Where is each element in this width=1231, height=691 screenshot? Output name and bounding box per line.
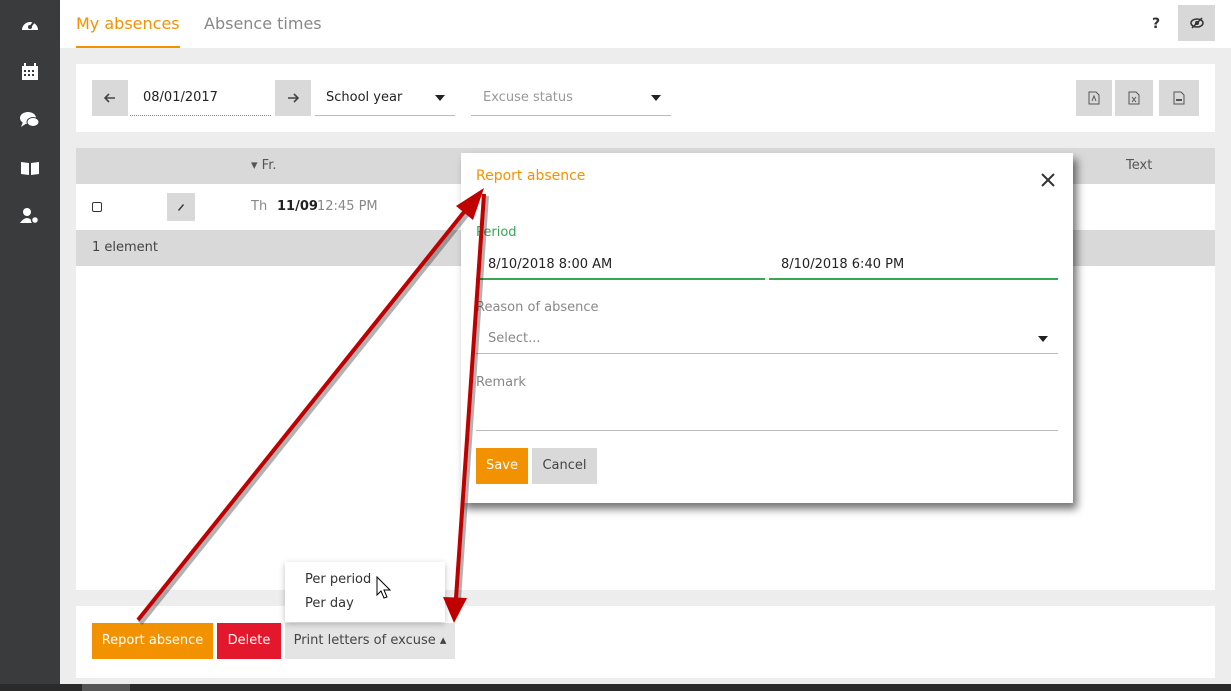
edit-row-button[interactable] — [167, 193, 195, 221]
filter-panel: 08/01/2017 School year Excuse status — [76, 64, 1215, 132]
column-header-from[interactable]: ▾ Fr. — [251, 158, 276, 173]
reason-label: Reason of absence — [476, 300, 599, 315]
reason-select[interactable]: Select... — [476, 324, 1058, 354]
calendar-icon[interactable] — [18, 61, 42, 83]
top-header: My absences Absence times ? — [60, 0, 1231, 48]
export-excel-button[interactable] — [1115, 80, 1153, 116]
row-time: 12:45 PM — [317, 199, 378, 214]
remark-input[interactable] — [476, 401, 1058, 431]
reason-select-placeholder: Select... — [488, 331, 541, 346]
eye-slash-icon — [1189, 17, 1204, 29]
menu-item-per-period[interactable]: Per period — [305, 570, 371, 590]
pencil-icon — [178, 204, 184, 211]
sidebar — [0, 0, 60, 691]
period-select-value: School year — [326, 90, 403, 105]
period-start-input[interactable]: 8/10/2018 8:00 AM — [476, 250, 765, 280]
chevron-down-icon — [1038, 336, 1048, 342]
pdf-file-icon — [1088, 91, 1100, 105]
row-date: 11/09 — [277, 199, 318, 214]
column-header-text[interactable]: Text — [1126, 158, 1152, 173]
chevron-down-icon — [651, 95, 661, 101]
report-absence-button[interactable]: Report absence — [92, 623, 213, 659]
tab-my-absences[interactable]: My absences — [76, 0, 180, 48]
period-end-input[interactable]: 8/10/2018 6:40 PM — [769, 250, 1058, 280]
remark-label: Remark — [476, 375, 526, 390]
help-button[interactable]: ? — [1148, 13, 1164, 35]
chevron-down-icon — [435, 95, 445, 101]
prev-date-button[interactable] — [92, 80, 128, 116]
close-icon[interactable] — [1039, 171, 1057, 189]
period-label: Period — [476, 225, 517, 240]
period-select[interactable]: School year — [315, 80, 455, 116]
arrow-right-icon — [288, 93, 299, 103]
csv-file-icon — [1173, 91, 1185, 105]
excuse-status-placeholder: Excuse status — [483, 90, 573, 105]
cancel-button[interactable]: Cancel — [532, 448, 597, 484]
arrow-left-icon — [104, 93, 115, 103]
chat-icon[interactable] — [18, 109, 42, 131]
print-letters-button[interactable]: Print letters of excuse ▴ — [285, 623, 455, 659]
excuse-status-select[interactable]: Excuse status — [471, 80, 671, 116]
dashboard-icon[interactable] — [18, 13, 42, 35]
dialog-title: Report absence — [476, 168, 586, 184]
tab-absence-times[interactable]: Absence times — [204, 0, 322, 48]
export-pdf-button[interactable] — [1076, 80, 1112, 116]
row-checkbox[interactable] — [92, 202, 102, 212]
next-date-button[interactable] — [275, 80, 311, 116]
date-input[interactable]: 08/01/2017 — [130, 80, 271, 116]
save-button[interactable]: Save — [476, 448, 528, 484]
action-bar: Report absence Delete Print letters of e… — [76, 606, 1215, 678]
row-weekday: Th — [251, 199, 268, 214]
book-icon[interactable] — [18, 157, 42, 179]
print-menu: Per period Per day — [285, 562, 445, 622]
menu-item-per-day[interactable]: Per day — [305, 594, 354, 614]
user-settings-icon[interactable] — [18, 205, 42, 227]
delete-button[interactable]: Delete — [217, 623, 281, 659]
export-csv-button[interactable] — [1159, 80, 1199, 116]
excel-file-icon — [1128, 91, 1140, 105]
report-absence-dialog: Report absence Period 8/10/2018 8:00 AM … — [461, 153, 1073, 503]
window-bottom-mark — [82, 684, 130, 691]
hide-view-button[interactable] — [1178, 5, 1215, 41]
window-bottom-bar — [0, 684, 1231, 691]
